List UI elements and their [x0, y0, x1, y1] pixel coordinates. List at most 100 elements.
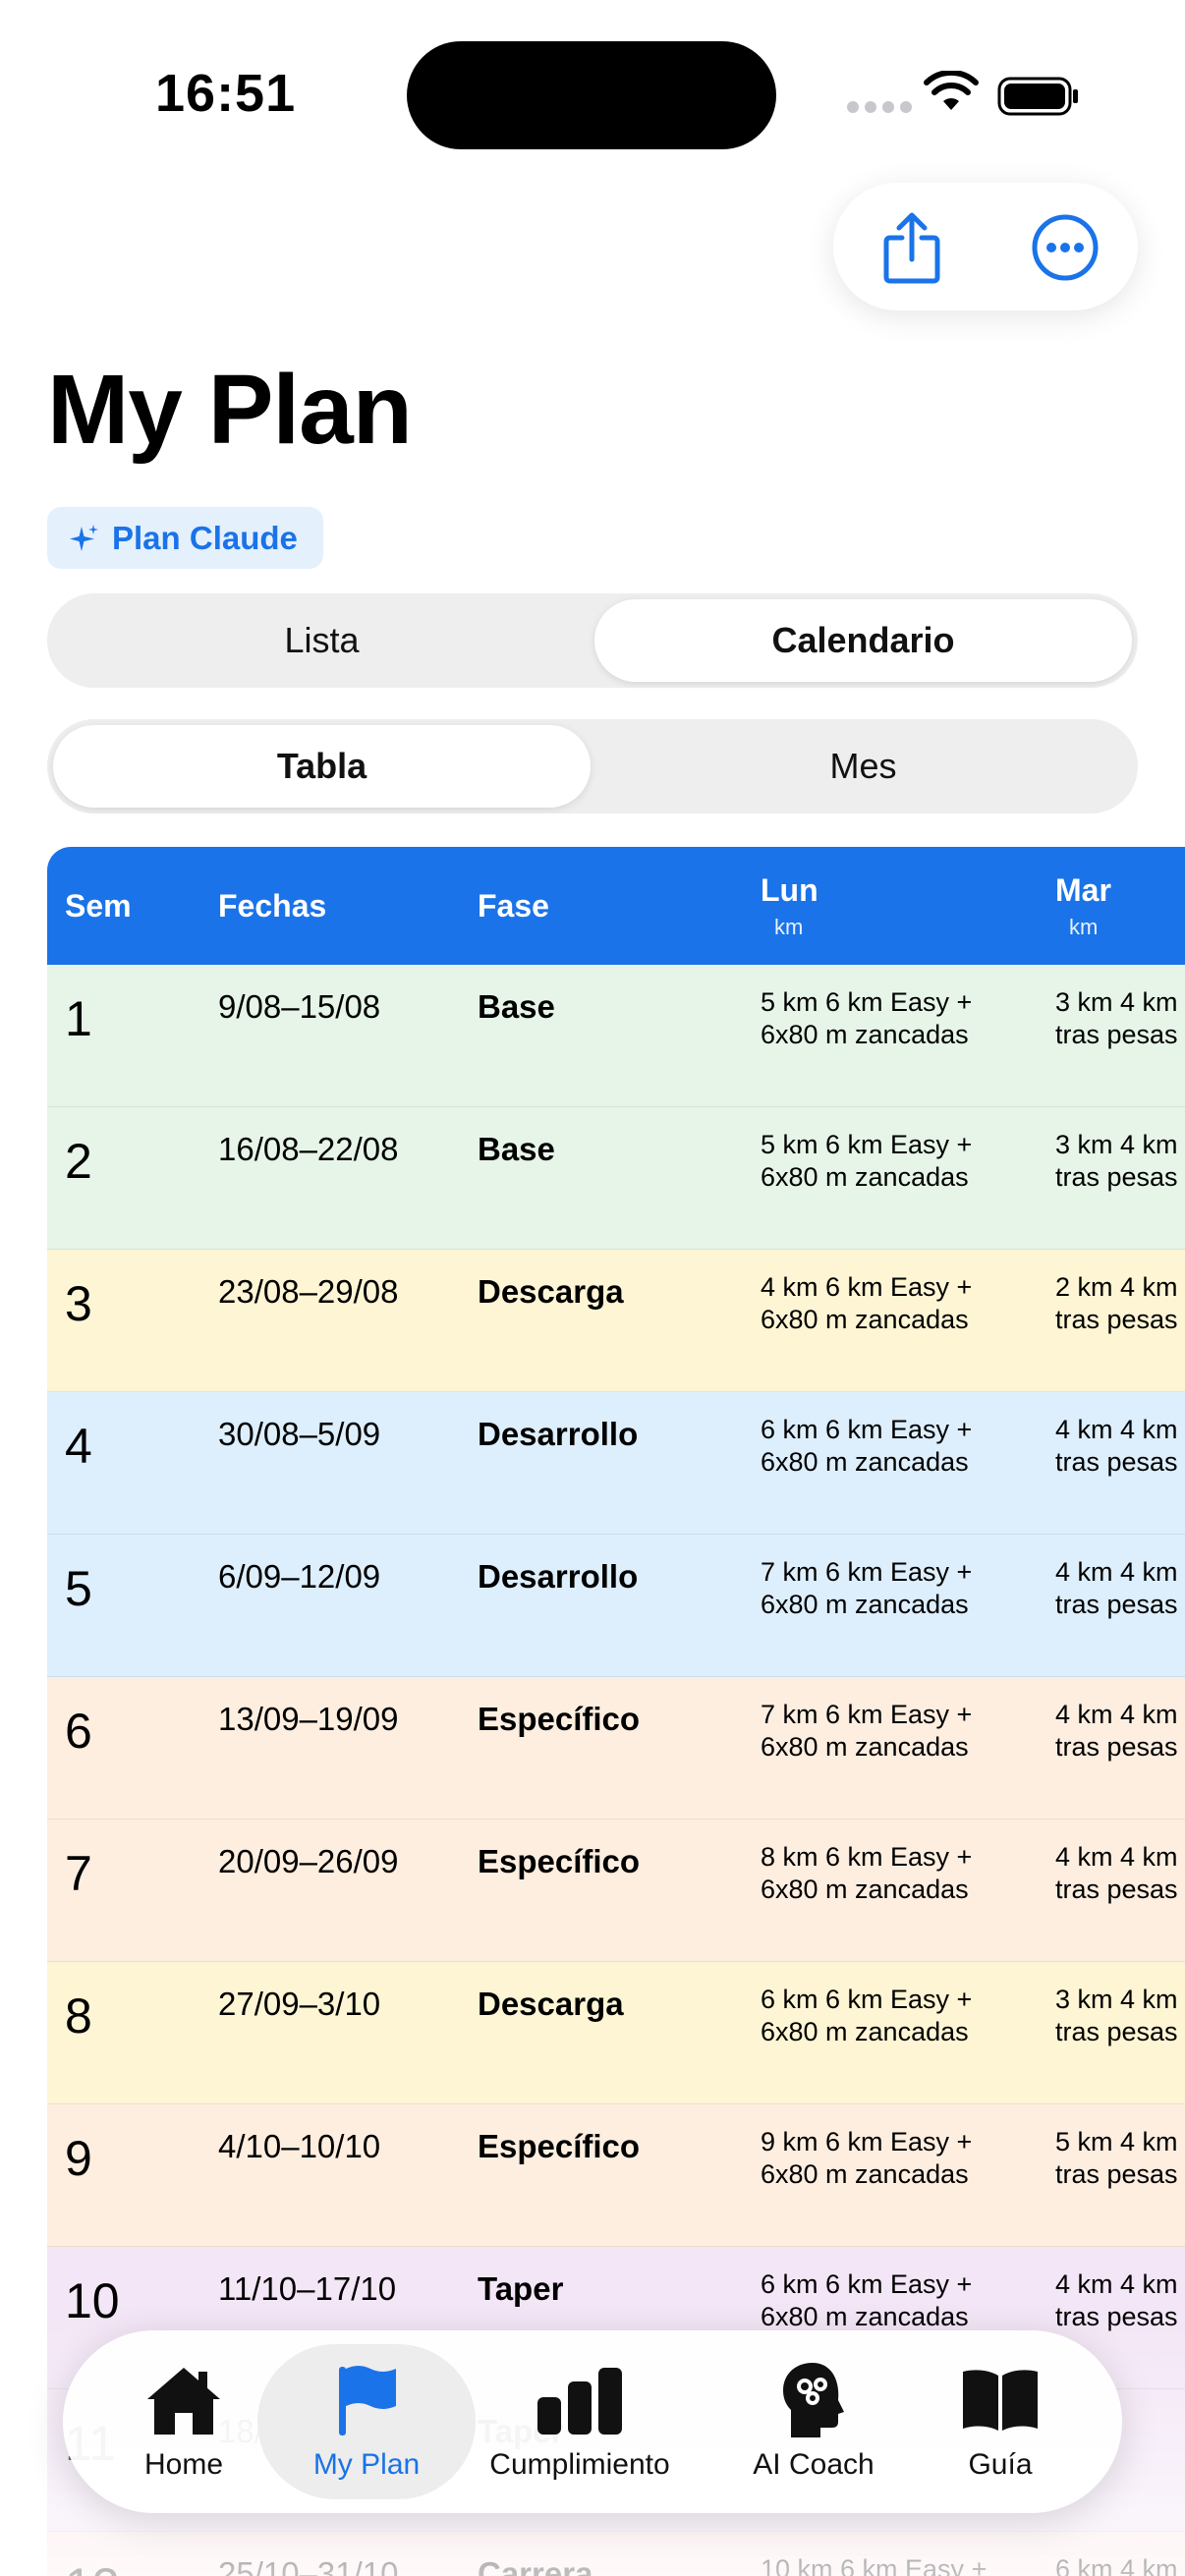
row-tuesday: 4 km 4 km tras pesas — [1055, 1414, 1185, 1479]
row-tuesday-line2: tras pesas — [1055, 1875, 1178, 1904]
tab-home[interactable]: Home — [108, 2330, 259, 2513]
row-tuesday-line2: tras pesas — [1055, 1732, 1178, 1762]
segment-mes-label: Mes — [829, 746, 897, 786]
header-mar: Mar km — [1055, 872, 1111, 940]
header-mar-label: Mar — [1055, 872, 1111, 908]
header-lun-label: Lun — [761, 872, 818, 908]
header-fechas: Fechas — [218, 888, 327, 924]
segment-calendario[interactable]: Calendario — [594, 599, 1132, 682]
house-icon — [147, 2368, 220, 2435]
row-monday-line1: 7 km 6 km Easy + — [761, 1700, 973, 1729]
row-monday-line1: 4 km 6 km Easy + — [761, 1272, 973, 1302]
row-monday: 4 km 6 km Easy + 6x80 m zancadas — [761, 1271, 1036, 1336]
row-tuesday-line1: 4 km 4 km — [1055, 1415, 1178, 1444]
sparkles-icon — [70, 524, 98, 551]
table-row[interactable]: 8 27/09–3/10 Descarga 6 km 6 km Easy + 6x80 … — [47, 1962, 1185, 2104]
cellular-signal-icon — [847, 101, 912, 113]
row-week-number: 8 — [65, 1988, 92, 2044]
tab-cumplimiento[interactable]: Cumplimiento — [476, 2330, 684, 2513]
row-dates: 16/08–22/08 — [218, 1131, 399, 1167]
row-monday-line1: 6 km 6 km Easy + — [761, 1985, 973, 2014]
row-week-number: 6 — [65, 1704, 92, 1759]
row-monday-line1: 5 km 6 km Easy + — [761, 987, 973, 1017]
header-sem: Sem — [65, 888, 132, 924]
row-tuesday: 4 km 4 km tras pesas — [1055, 1556, 1185, 1621]
tab-my-plan-label: My Plan — [312, 2448, 421, 2481]
row-phase: Base — [478, 988, 555, 1025]
row-monday-line1: 6 km 6 km Easy + — [761, 1415, 973, 1444]
row-dates: 13/09–19/09 — [218, 1701, 399, 1737]
header-fase: Fase — [478, 888, 549, 924]
row-monday: 8 km 6 km Easy + 6x80 m zancadas — [761, 1841, 1036, 1906]
row-monday-line1: 5 km 6 km Easy + — [761, 1130, 973, 1159]
view-mode-segmented-control: Lista Calendario — [47, 593, 1138, 688]
tab-guia[interactable]: Guía — [941, 2330, 1059, 2513]
row-phase: Taper — [478, 2270, 564, 2307]
segment-tabla-label: Tabla — [276, 746, 367, 786]
tab-ai-coach[interactable]: AI Coach — [731, 2330, 896, 2513]
table-row[interactable]: 5 6/09–12/09 Desarrollo 7 km 6 km Easy + 6x8… — [47, 1535, 1185, 1677]
row-tuesday-line1: 4 km 4 km — [1055, 1700, 1178, 1729]
segment-lista[interactable]: Lista — [53, 599, 591, 682]
row-tuesday-line1: 2 km 4 km — [1055, 1272, 1178, 1302]
header-lun: Lun km — [761, 872, 818, 940]
row-monday-line2: 6x80 m zancadas — [761, 2159, 969, 2189]
row-tuesday-line1: 3 km 4 km — [1055, 987, 1178, 1017]
more-button[interactable] — [1026, 208, 1104, 287]
dynamic-island — [407, 41, 776, 149]
row-dates: 9/08–15/08 — [218, 988, 381, 1025]
row-week-number: 1 — [65, 991, 92, 1046]
plan-table[interactable]: Sem Fechas Fase Lun km Mar km 1 9/08–15/0… — [47, 847, 1185, 2576]
row-monday-line2: 6x80 m zancadas — [761, 1447, 969, 1477]
table-row[interactable]: 9 4/10–10/10 Específico 9 km 6 km Easy + 6x8… — [47, 2104, 1185, 2247]
tab-my-plan[interactable]: My Plan — [277, 2330, 456, 2513]
table-row[interactable]: 7 20/09–26/09 Específico 8 km 6 km Easy + 6x… — [47, 1820, 1185, 1962]
row-dates: 27/09–3/10 — [218, 1986, 381, 2022]
table-row[interactable]: 6 13/09–19/09 Específico 7 km 6 km Easy + 6x… — [47, 1677, 1185, 1820]
top-actions — [833, 183, 1138, 310]
row-dates: 6/09–12/09 — [218, 1558, 381, 1595]
table-row[interactable]: 3 23/08–29/08 Descarga 4 km 6 km Easy + 6x80… — [47, 1250, 1185, 1392]
header-lun-unit: km — [774, 915, 804, 939]
row-week-number: 5 — [65, 1561, 92, 1616]
calendar-mode-segmented-control: Tabla Mes — [47, 719, 1138, 813]
row-monday: 9 km 6 km Easy + 6x80 m zancadas — [761, 2126, 1036, 2191]
row-tuesday-line2: tras pesas — [1055, 1020, 1178, 1049]
row-dates: 11/10–17/10 — [218, 2270, 397, 2307]
row-tuesday-line2: tras pesas — [1055, 1447, 1178, 1477]
row-tuesday-line1: 4 km 4 km — [1055, 1557, 1178, 1587]
tab-ai-coach-label: AI Coach — [753, 2448, 875, 2481]
row-phase: Desarrollo — [478, 1558, 639, 1595]
row-monday: 6 km 6 km Easy + 6x80 m zancadas — [761, 1984, 1036, 2048]
page-title: My Plan — [47, 355, 413, 465]
tab-home-label: Home — [143, 2448, 224, 2481]
row-dates: 20/09–26/09 — [218, 1843, 399, 1879]
row-dates: 23/08–29/08 — [218, 1273, 399, 1310]
brain-head-icon — [783, 2363, 844, 2437]
row-tuesday: 4 km 4 km tras pesas — [1055, 1699, 1185, 1764]
flag-icon — [339, 2366, 396, 2436]
table-row[interactable]: 4 30/08–5/09 Desarrollo 6 km 6 km Easy + 6x8… — [47, 1392, 1185, 1535]
row-tuesday-line2: tras pesas — [1055, 2017, 1178, 2046]
row-phase: Específico — [478, 1701, 641, 1737]
row-phase: Descarga — [478, 1273, 624, 1310]
row-monday-line1: 8 km 6 km Easy + — [761, 1842, 973, 1872]
plan-source-badge[interactable]: Plan Claude — [47, 507, 323, 569]
row-tuesday: 3 km 4 km tras pesas — [1055, 1129, 1185, 1194]
segment-mes[interactable]: Mes — [594, 725, 1132, 808]
header-mar-unit: km — [1069, 915, 1099, 939]
row-monday: 7 km 6 km Easy + 6x80 m zancadas — [761, 1699, 1036, 1764]
row-tuesday-line2: tras pesas — [1055, 1162, 1178, 1192]
bar-chart-icon — [537, 2368, 622, 2435]
table-row[interactable]: 2 16/08–22/08 Base 5 km 6 km Easy + 6x80 m z… — [47, 1107, 1185, 1250]
row-monday-line2: 6x80 m zancadas — [761, 1590, 969, 1619]
table-row[interactable]: 1 9/08–15/08 Base 5 km 6 km Easy + 6x80 m za… — [47, 965, 1185, 1107]
share-button[interactable] — [873, 208, 951, 287]
status-time: 16:51 — [155, 64, 297, 123]
row-monday: 5 km 6 km Easy + 6x80 m zancadas — [761, 986, 1036, 1051]
row-monday-line2: 6x80 m zancadas — [761, 1162, 969, 1192]
table-header: Sem Fechas Fase Lun km Mar km — [47, 847, 1185, 965]
row-tuesday: 3 km 4 km tras pesas — [1055, 1984, 1185, 2048]
row-monday: 6 km 6 km Easy + 6x80 m zancadas — [761, 1414, 1036, 1479]
segment-tabla[interactable]: Tabla — [53, 725, 591, 808]
